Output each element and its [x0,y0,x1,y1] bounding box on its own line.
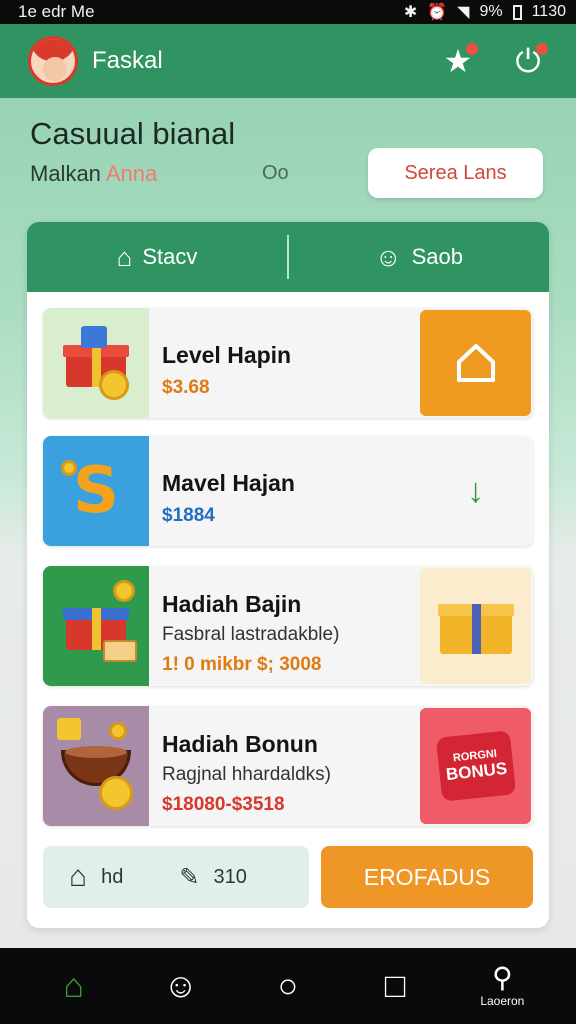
item-subtitle: Ragjnal hhardaldks) [162,763,331,785]
nav-profile[interactable]: ☺ [146,969,216,1003]
notification-dot [466,43,478,55]
status-time: 1130 [531,3,566,20]
circle-icon: ○ [277,967,299,1005]
location-icon: ⚲ [492,962,513,993]
notification-dot [536,43,548,55]
list-item[interactable]: S Mavel Hajan $1884 ↓ [43,436,533,546]
power-icon[interactable]: ⏻ [508,41,548,81]
status-left-text: 1e edr Me [18,2,95,21]
hero-subtitle: Malkan Anna [30,161,157,187]
pencil-icon: ✎ [179,863,200,891]
gift-icon[interactable] [420,568,531,684]
item-price: $1884 [162,504,215,526]
tab-label: Stacv [142,244,198,269]
bowl-thumbnail [43,706,149,826]
item-subtitle: Fasbral lastradakble) [162,623,340,645]
tab-bar: ⌂ Stacv ☺ Saob [27,222,549,292]
item-title: Level Hapin [162,341,292,368]
item-price: 1! 0 mikbr $; 3008 [162,653,322,675]
bonus-badge-icon[interactable]: RORGNI BONUS [420,708,531,824]
stats-panel: ⌂ hd ✎ 310 [43,846,309,908]
battery-percent: 9% [479,3,503,20]
nav-location[interactable]: ⚲ Laoeron [467,962,537,1009]
item-title: Mavel Hajan [162,469,295,496]
tab-saob[interactable]: ☺ Saob [289,222,549,292]
arrow-down-icon[interactable]: ↓ [420,438,531,544]
gift-thumbnail [43,566,149,686]
tab-label: Saob [411,244,463,269]
app-title: Faskal [92,47,163,74]
list-item[interactable]: Hadiah Bajin Fasbral lastradakble) 1! 0 … [43,566,533,686]
list-item[interactable]: Level Hapin $3.68 [43,308,533,418]
battery-icon [512,4,522,20]
item-price: $18080-$3518 [162,793,285,815]
house-icon: ⌂ [116,241,133,272]
main-card: ⌂ Stacv ☺ Saob Level Hapin $3.68 S Mavel… [27,222,549,928]
nav-circle[interactable]: ○ [253,969,323,1003]
item-title: Hadiah Bonun [162,730,318,757]
bluetooth-icon: ✱ [403,4,418,21]
hero-subtitle-accent: Anna [105,161,158,186]
dollar-thumbnail: S [43,436,149,546]
list-item[interactable]: Hadiah Bonun Ragjnal hhardaldks) $18080-… [43,706,533,826]
stats-left-value: hd [101,865,124,888]
item-price: $3.68 [162,376,210,398]
gift-thumbnail [43,308,149,418]
hero-subtitle-main: Malkan [30,161,101,186]
stats-right-value: 310 [213,865,247,888]
star-icon[interactable]: ★ [438,41,478,81]
profile-icon: ☺ [163,967,199,1005]
hero-title: Casuual bianal [30,116,236,151]
bottom-nav: ⌂ ☺ ○ □ ⚲ Laoeron [0,948,576,1024]
hero-button[interactable]: Serea Lans [368,148,543,198]
item-title: Hadiah Bajin [162,590,302,617]
search-icon[interactable]: Oo [262,162,289,185]
wifi-icon: ◥ [457,4,470,21]
avatar[interactable] [28,36,78,86]
alarm-icon: ⏰ [427,4,448,21]
cta-button[interactable]: EROFADUS [321,846,533,908]
home-icon: ⌂ [63,967,84,1005]
nav-square[interactable]: □ [360,969,430,1003]
square-icon: □ [384,967,406,1005]
store-icon: ⌂ [69,860,88,893]
users-icon: ☺ [375,241,402,272]
tab-stacv[interactable]: ⌂ Stacv [27,222,287,292]
status-bar: 1e edr Me ✱ ⏰ ◥ 9% 1130 [0,0,576,24]
nav-label: Laoeron [480,994,525,1008]
app-header: Faskal ★ ⏻ [0,24,576,98]
status-indicators: ✱ ⏰ ◥ 9% 1130 [404,2,566,22]
home-outline-icon[interactable] [420,310,531,416]
nav-home[interactable]: ⌂ [39,969,109,1003]
